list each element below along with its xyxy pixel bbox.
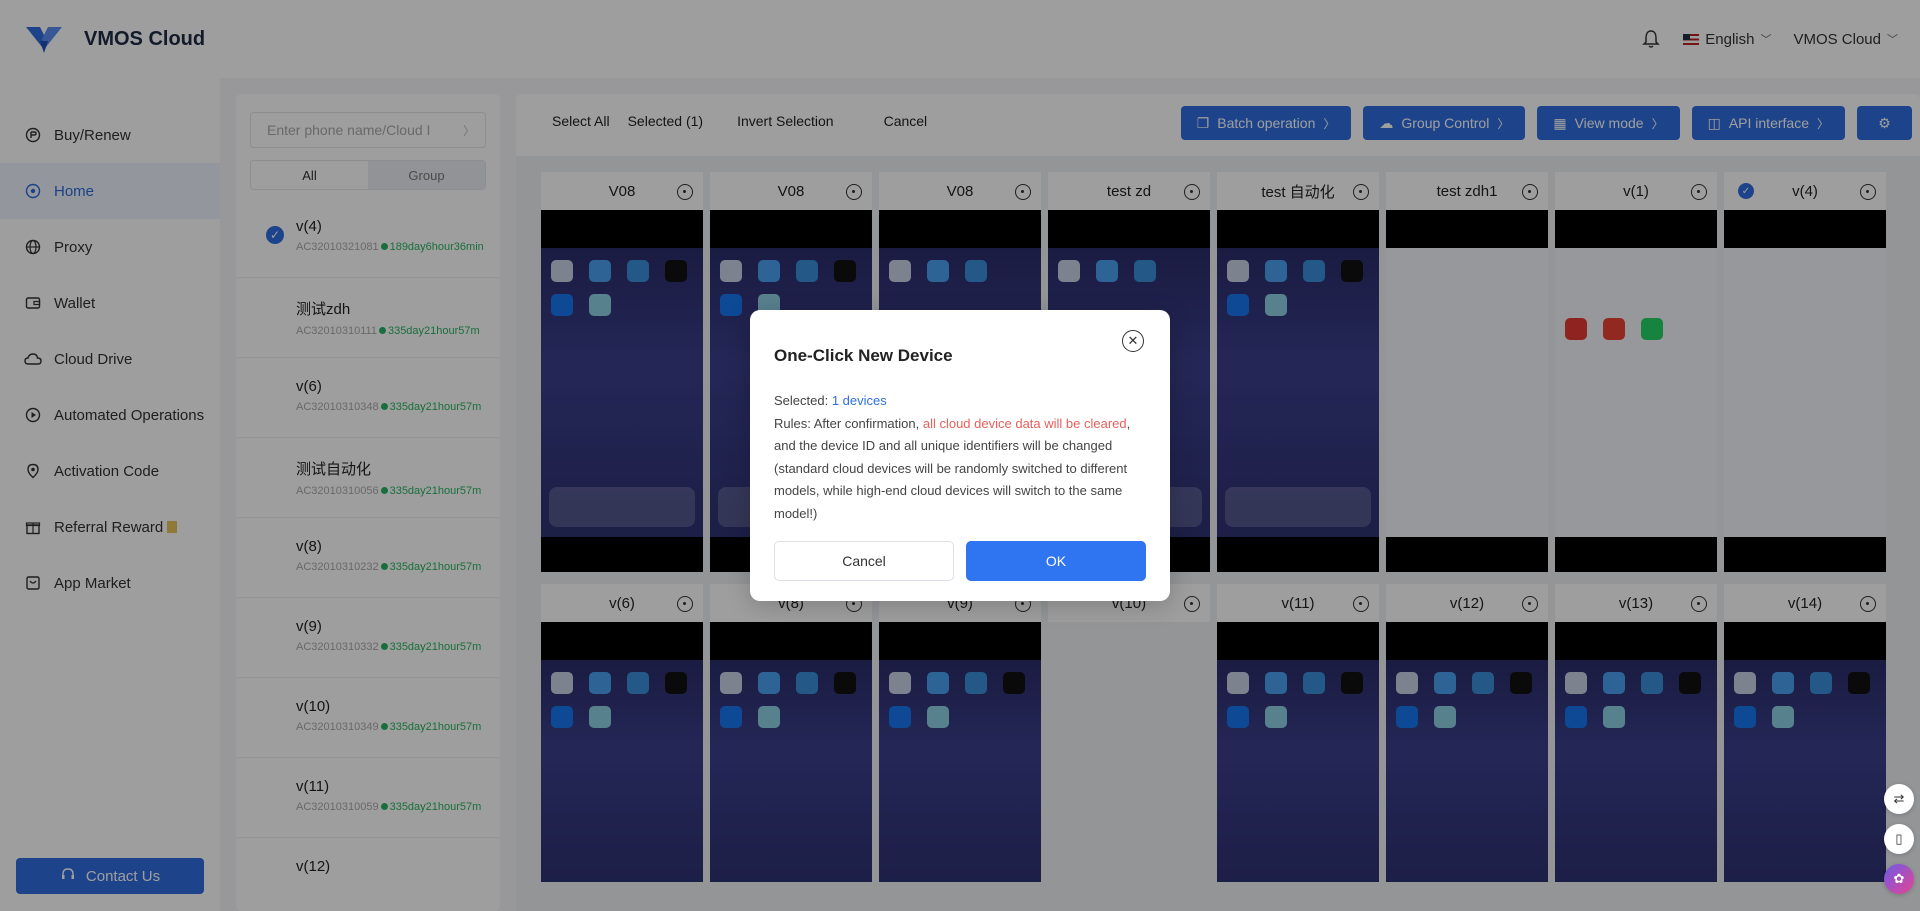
- translate-icon[interactable]: ⇄: [1884, 784, 1914, 814]
- dialog-body: Selected: 1 devices Rules: After confirm…: [774, 390, 1146, 525]
- assistant-icon[interactable]: ✿: [1884, 864, 1914, 894]
- selected-value: 1 devices: [831, 393, 887, 408]
- ok-button[interactable]: OK: [966, 541, 1146, 581]
- rules-suffix: , and the device ID and all unique ident…: [774, 415, 1131, 521]
- close-icon[interactable]: ✕: [1122, 330, 1144, 352]
- rules-warning: all cloud device data will be cleared: [922, 415, 1127, 431]
- rules-prefix: Rules: After confirmation,: [774, 415, 923, 431]
- cancel-button[interactable]: Cancel: [774, 541, 954, 581]
- selected-label: Selected:: [774, 393, 832, 408]
- dialog-title: One-Click New Device: [774, 346, 953, 365]
- book-icon[interactable]: ▯: [1884, 824, 1914, 854]
- one-click-new-device-dialog: One-Click New Device ✕ Selected: 1 devic…: [750, 310, 1170, 601]
- floating-tools: ⇄ ▯ ✿: [1884, 784, 1914, 894]
